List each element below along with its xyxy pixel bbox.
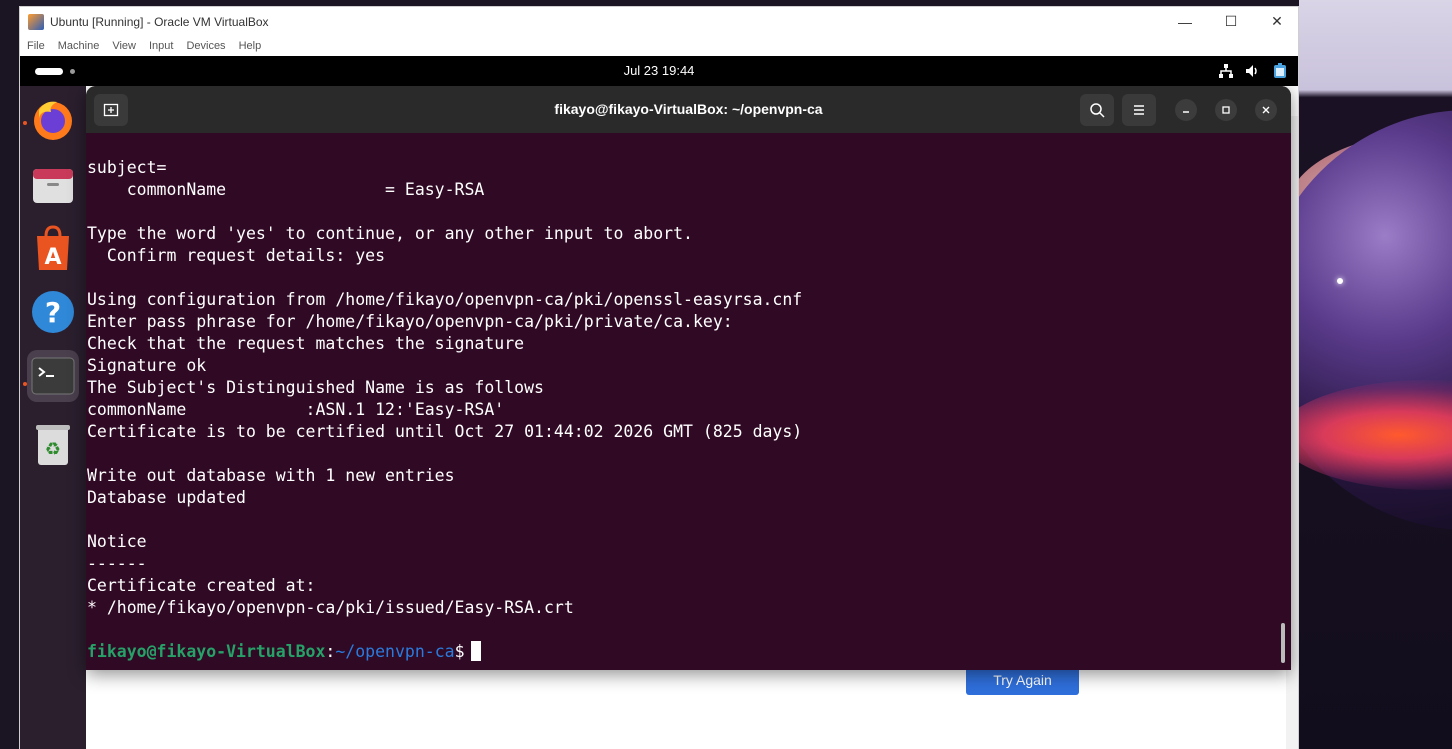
menu-help[interactable]: Help [239, 40, 262, 52]
terminal-line: The Subject's Distinguished Name is as f… [87, 378, 544, 397]
svg-text:A: A [44, 245, 61, 270]
terminal-line: Notice [87, 532, 147, 551]
trash-icon: ♻ [36, 425, 70, 465]
help-icon: ? [32, 291, 74, 333]
battery-icon [1274, 63, 1286, 78]
volume-icon [1246, 65, 1257, 77]
virtualbox-logo-icon [28, 13, 44, 30]
guest-screen: Try Again Jul 23 19:44 A ? ♻ fikayo@fika… [20, 56, 1298, 749]
terminal-line: Certificate created at: [87, 576, 316, 595]
virtualbox-titlebar: Ubuntu [Running] - Oracle VM VirtualBox … [20, 7, 1298, 36]
dock-help[interactable]: ? [27, 286, 79, 338]
terminal-line: Write out database with 1 new entries [87, 466, 455, 485]
prompt-symbol: $ [454, 642, 465, 661]
maximize-button[interactable]: ☐ [1208, 7, 1254, 36]
close-icon [1262, 106, 1270, 114]
terminal-line: Signature ok [87, 356, 207, 375]
window-title: Ubuntu [Running] - Oracle VM VirtualBox [50, 14, 269, 29]
planet-glow [1299, 380, 1452, 490]
terminal-line: ------ [87, 554, 147, 573]
terminal-line: Enter pass phrase for /home/fikayo/openv… [87, 312, 733, 331]
firefox-icon [34, 101, 72, 140]
prompt-colon: : [325, 642, 336, 661]
terminal-maximize-button[interactable] [1215, 99, 1237, 121]
terminal-minimize-button[interactable] [1175, 99, 1197, 121]
menu-devices[interactable]: Devices [186, 40, 225, 52]
text-cursor [470, 641, 481, 661]
terminal-line: subject= [87, 158, 167, 177]
prompt-path: ~/openvpn-ca [335, 642, 455, 661]
svg-text:♻: ♻ [45, 439, 61, 460]
terminal-scrollbar[interactable] [1281, 623, 1285, 663]
dock-trash[interactable]: ♻ [27, 418, 79, 470]
close-button[interactable]: ✕ [1254, 7, 1300, 36]
dock-app-center[interactable]: A [27, 222, 79, 274]
virtualbox-menubar: File Machine View Input Devices Help [20, 36, 1298, 56]
dock-files[interactable] [27, 159, 79, 211]
virtualbox-window: Ubuntu [Running] - Oracle VM VirtualBox … [19, 6, 1299, 749]
prompt-line[interactable]: fikayo@fikayo-VirtualBox:~/openvpn-ca$ [87, 641, 1291, 663]
clock[interactable]: Jul 23 19:44 [20, 56, 1298, 86]
svg-text:?: ? [45, 296, 61, 329]
menu-file[interactable]: File [27, 40, 45, 52]
terminal-headerbar: fikayo@fikayo-VirtualBox: ~/openvpn-ca [86, 86, 1291, 133]
minimize-icon [1183, 111, 1189, 113]
terminal-line: Check that the request matches the signa… [87, 334, 525, 353]
dock-firefox[interactable] [27, 94, 79, 146]
search-button[interactable] [1080, 94, 1114, 126]
terminal-line: Database updated [87, 488, 246, 507]
prompt-user: fikayo@fikayo-VirtualBox [87, 642, 326, 661]
menu-machine[interactable]: Machine [58, 40, 100, 52]
terminal-line: * /home/fikayo/openvpn-ca/pki/issued/Eas… [87, 598, 574, 617]
hamburger-menu-icon [1134, 105, 1144, 115]
terminal-icon [31, 357, 75, 395]
menu-button[interactable] [1122, 94, 1156, 126]
terminal-close-button[interactable] [1255, 99, 1277, 121]
search-icon [1090, 103, 1105, 118]
ubuntu-dock: A ? ♻ [20, 86, 86, 749]
menu-view[interactable]: View [112, 40, 136, 52]
files-icon [33, 169, 73, 203]
app-center-icon: A [37, 225, 69, 270]
terminal-output[interactable]: subject= commonName = Easy-RSA Type the w… [86, 133, 1291, 670]
terminal-line: Confirm request details: yes [87, 246, 386, 265]
terminal-window[interactable]: fikayo@fikayo-VirtualBox: ~/openvpn-ca s… [86, 86, 1291, 670]
terminal-line: Using configuration from /home/fikayo/op… [87, 290, 803, 309]
host-desktop-wallpaper [1299, 0, 1452, 749]
system-tray[interactable] [1218, 56, 1298, 86]
gnome-top-bar: Jul 23 19:44 [20, 56, 1298, 86]
menu-input[interactable]: Input [149, 40, 173, 52]
terminal-line: Type the word 'yes' to continue, or any … [87, 224, 693, 243]
minimize-button[interactable]: — [1162, 7, 1208, 36]
star [1337, 278, 1343, 284]
dock-terminal[interactable] [27, 350, 79, 402]
network-icon [1219, 64, 1233, 78]
terminal-line: commonName = Easy-RSA [87, 180, 485, 199]
terminal-line: Certificate is to be certified until Oct… [87, 422, 803, 441]
terminal-line: commonName :ASN.1 12:'Easy-RSA' [87, 400, 505, 419]
maximize-icon [1222, 106, 1230, 114]
